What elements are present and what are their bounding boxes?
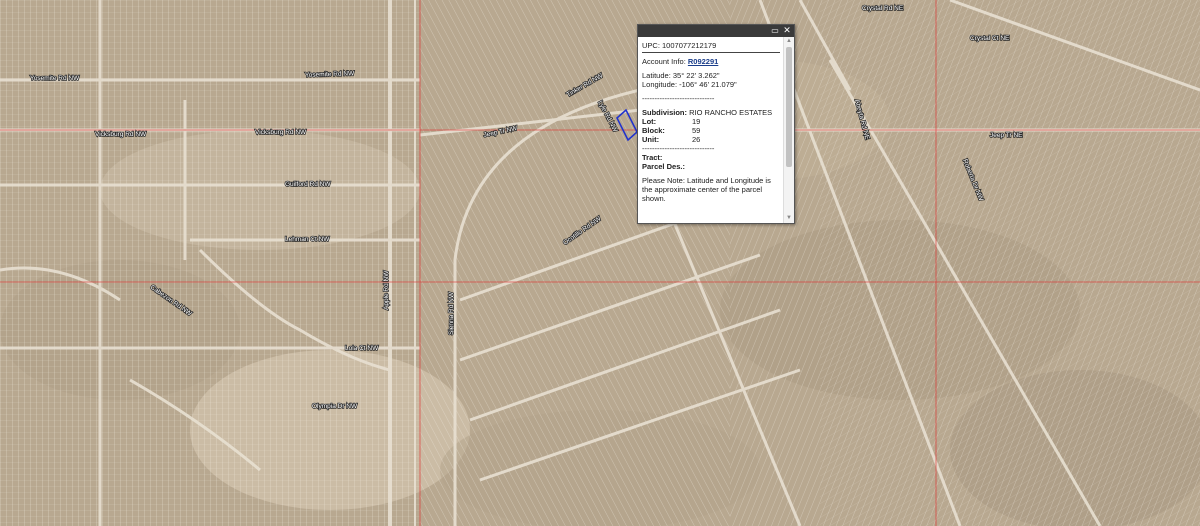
unit-value: 26 — [692, 135, 701, 144]
note-text: Please Note: Latitude and Longitude is t… — [642, 176, 771, 203]
close-icon[interactable]: ✕ — [782, 25, 792, 37]
lot-row: Lot: 19 — [642, 117, 780, 126]
longitude-row: Longitude: -106° 46' 21.079" — [642, 80, 780, 89]
block-row: Block: 59 — [642, 126, 780, 135]
street-label: Olympia Dr NW — [312, 403, 358, 410]
parcel-info-popup: ▭ ✕ UPC: 1007077212179 Account Info: R09… — [637, 24, 795, 224]
latitude-label: Latitude: — [642, 71, 671, 80]
tract-row: Tract: — [642, 153, 780, 162]
scroll-down-icon[interactable]: ▼ — [784, 214, 794, 223]
separator: ----------------------------- — [642, 94, 715, 103]
divider — [642, 52, 780, 53]
street-label: Guilford Rd NW — [285, 181, 331, 188]
tract-label: Tract: — [642, 153, 663, 162]
account-row: Account Info: R092291 — [642, 57, 780, 66]
street-label: Sienna Rd NW — [448, 291, 455, 335]
street-label: Apple Rd NW — [383, 270, 390, 310]
street-label: Yosemite Rd NW — [30, 75, 80, 82]
block-label: Block: — [642, 126, 665, 135]
map-canvas[interactable]: Yosemite Rd NW Yosemite Rd NW Vicksburg … — [0, 0, 1200, 526]
unit-label: Unit: — [642, 135, 660, 144]
longitude-value: -106° 46' 21.079" — [679, 80, 737, 89]
street-label: Crystal Ct NE — [970, 35, 1010, 42]
upc-row: UPC: 1007077212179 — [642, 41, 780, 50]
upc-value: 1007077212179 — [662, 41, 717, 50]
popup-body: UPC: 1007077212179 Account Info: R092291… — [638, 37, 784, 223]
latitude-row: Latitude: 35° 22' 3.262" — [642, 71, 780, 80]
street-label: Lola Ct NW — [345, 345, 379, 352]
subdivision-row: Subdivision: RIO RANCHO ESTATES — [642, 108, 780, 117]
block-value: 59 — [692, 126, 701, 135]
latitude-value: 35° 22' 3.262" — [672, 71, 720, 80]
separator: ----------------------------- — [642, 144, 715, 153]
account-link[interactable]: R092291 — [688, 57, 718, 66]
street-label: Crystal Rd NE — [862, 5, 904, 12]
parcel-row: Parcel Des.: — [642, 162, 780, 171]
scroll-up-icon[interactable]: ▲ — [784, 37, 794, 46]
street-label: Vicksburg Rd NW — [255, 129, 307, 136]
lot-value: 19 — [692, 117, 701, 126]
street-label: Lehman Ct NW — [285, 236, 330, 243]
scroll-thumb[interactable] — [786, 47, 792, 167]
longitude-label: Longitude: — [642, 80, 678, 89]
street-label: Jeep Tr NE — [990, 132, 1023, 139]
upc-label: UPC: — [642, 41, 660, 50]
subdivision-value: RIO RANCHO ESTATES — [689, 108, 773, 117]
maximize-icon[interactable]: ▭ — [770, 25, 780, 37]
account-label: Account Info: — [642, 57, 686, 66]
street-label: Vicksburg Rd NW — [95, 131, 147, 138]
lot-label: Lot: — [642, 117, 657, 126]
popup-scrollbar[interactable]: ▲ ▼ — [783, 37, 794, 223]
unit-row: Unit: 26 — [642, 135, 780, 144]
parcel-label: Parcel Des.: — [642, 162, 685, 171]
subdivision-label: Subdivision: — [642, 108, 687, 117]
popup-header: ▭ ✕ — [638, 25, 794, 37]
